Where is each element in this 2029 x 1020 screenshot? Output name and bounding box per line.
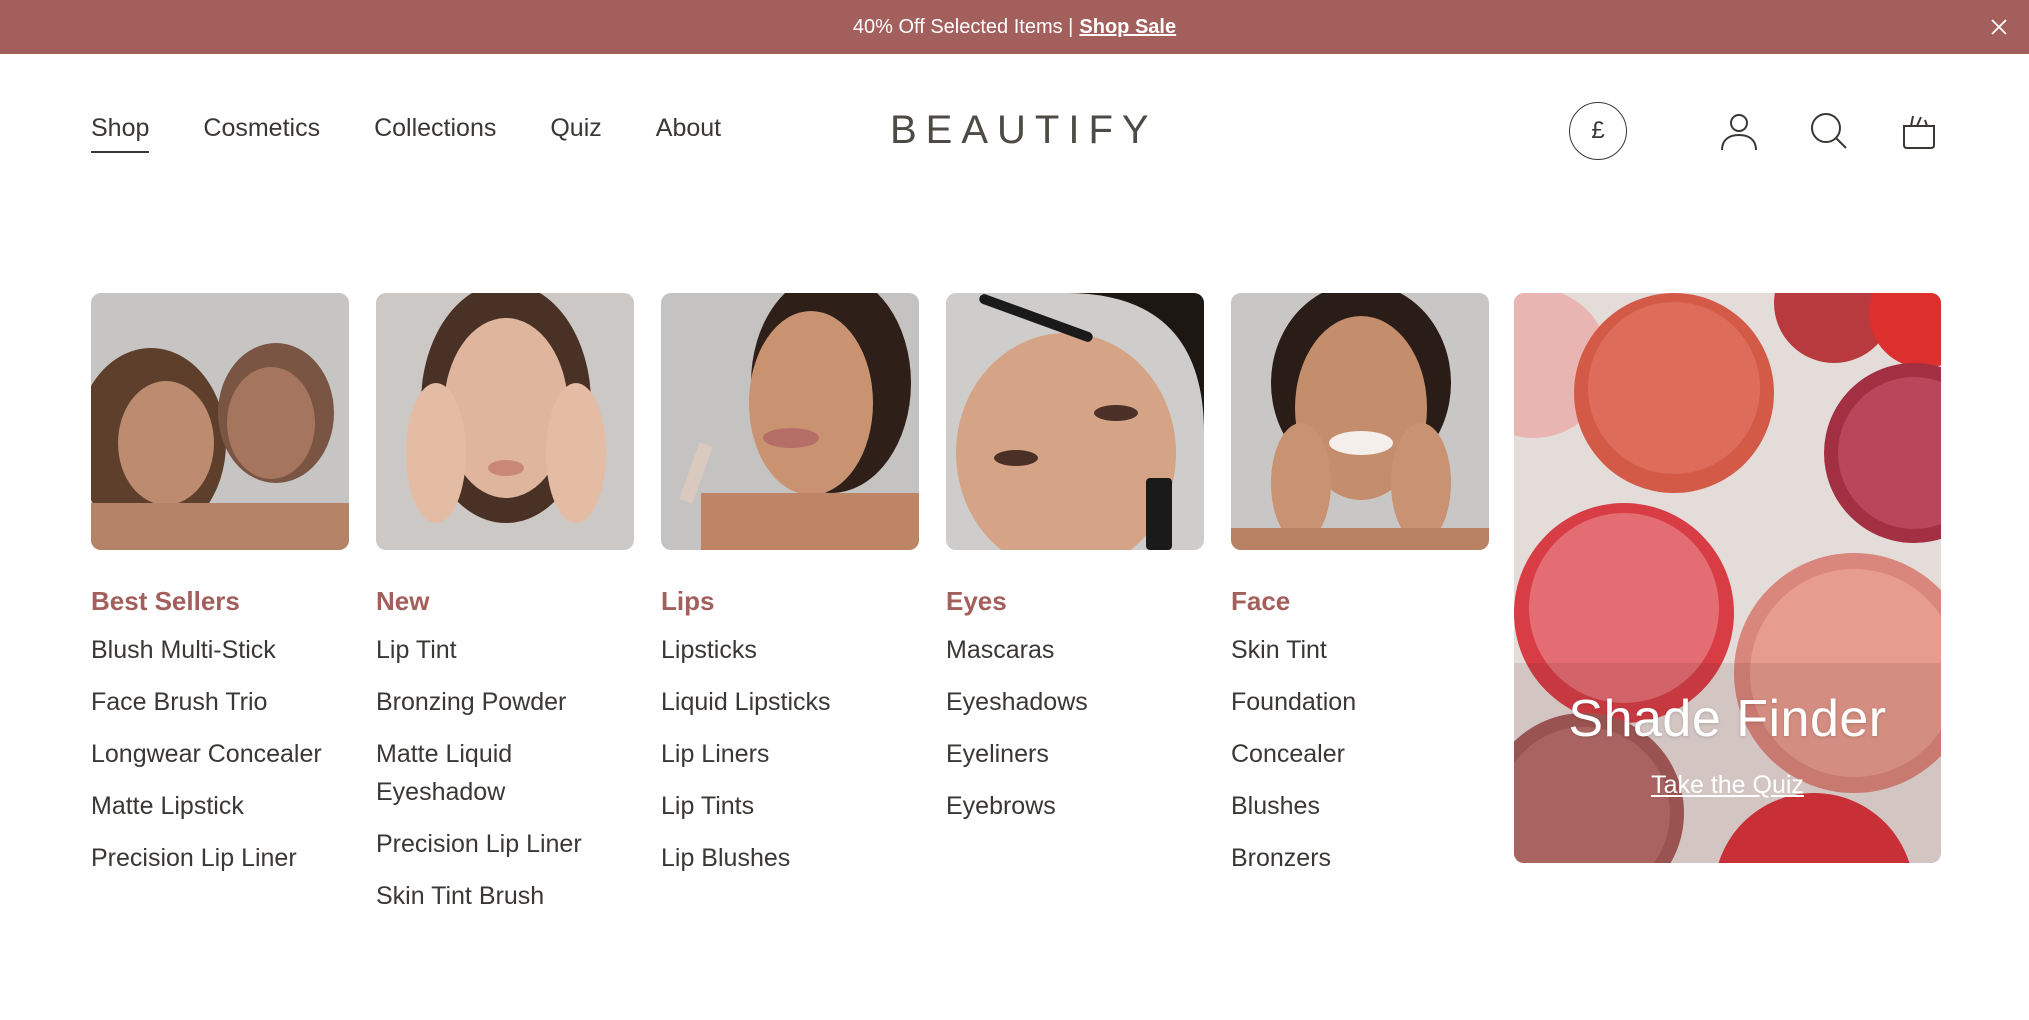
column-title[interactable]: New	[376, 586, 634, 617]
announcement-bar: 40% Off Selected Items | Shop Sale	[0, 0, 2029, 54]
menu-link[interactable]: Longwear Concealer	[91, 735, 349, 773]
menu-link[interactable]: Skin Tint Brush	[376, 877, 634, 915]
menu-link[interactable]: Eyebrows	[946, 787, 1204, 825]
new-image[interactable]	[376, 293, 634, 550]
best-sellers-image[interactable]	[91, 293, 349, 550]
menu-column-eyes: Eyes Mascaras Eyeshadows Eyeliners Eyebr…	[946, 293, 1204, 929]
menu-link[interactable]: Eyeshadows	[946, 683, 1204, 721]
close-icon[interactable]	[1985, 13, 2013, 41]
menu-link[interactable]: Foundation	[1231, 683, 1489, 721]
promo-title: Shade Finder	[1568, 690, 1887, 748]
eyes-image[interactable]	[946, 293, 1204, 550]
nav-item-shop[interactable]: Shop	[91, 114, 150, 153]
cart-icon[interactable]	[1897, 109, 1941, 153]
menu-link[interactable]: Matte Lipstick	[91, 787, 349, 825]
menu-link[interactable]: Bronzing Powder	[376, 683, 634, 721]
menu-link[interactable]: Mascaras	[946, 631, 1204, 669]
menu-link[interactable]: Blushes	[1231, 787, 1489, 825]
menu-column-face: Face Skin Tint Foundation Concealer Blus…	[1231, 293, 1489, 929]
header-actions: £	[1569, 102, 1941, 160]
column-title[interactable]: Eyes	[946, 586, 1204, 617]
account-icon[interactable]	[1717, 109, 1761, 153]
currency-selector[interactable]: £	[1569, 102, 1627, 160]
menu-link[interactable]: Precision Lip Liner	[376, 825, 634, 863]
menu-link[interactable]: Blush Multi-Stick	[91, 631, 349, 669]
nav-item-about[interactable]: About	[656, 114, 721, 153]
lips-image[interactable]	[661, 293, 919, 550]
column-title[interactable]: Face	[1231, 586, 1489, 617]
shade-finder-promo[interactable]: Shade Finder Take the Quiz	[1514, 293, 1941, 863]
menu-link[interactable]: Lip Liners	[661, 735, 919, 773]
announcement-text: 40% Off Selected Items |	[852, 15, 1074, 38]
menu-link[interactable]: Lip Tints	[661, 787, 919, 825]
menu-link[interactable]: Eyeliners	[946, 735, 1204, 773]
menu-link[interactable]: Skin Tint	[1231, 631, 1489, 669]
main-nav: Shop Cosmetics Collections Quiz About	[91, 114, 775, 153]
menu-link[interactable]: Lip Tint	[376, 631, 634, 669]
menu-column-new: New Lip Tint Bronzing Powder Matte Liqui…	[376, 293, 634, 929]
site-header: Shop Cosmetics Collections Quiz About BE…	[0, 54, 2029, 214]
menu-link[interactable]: Face Brush Trio	[91, 683, 349, 721]
nav-item-quiz[interactable]: Quiz	[550, 114, 601, 153]
menu-link[interactable]: Lip Blushes	[661, 839, 919, 877]
menu-link[interactable]: Bronzers	[1231, 839, 1489, 877]
nav-item-collections[interactable]: Collections	[374, 114, 496, 153]
column-title[interactable]: Lips	[661, 586, 919, 617]
menu-link[interactable]: Precision Lip Liner	[91, 839, 349, 877]
promo-text: Shade Finder Take the Quiz	[1514, 689, 1941, 800]
shop-sale-link[interactable]: Shop Sale	[1079, 16, 1176, 39]
menu-link[interactable]: Lipsticks	[661, 631, 919, 669]
nav-item-cosmetics[interactable]: Cosmetics	[203, 114, 320, 153]
menu-column-best-sellers: Best Sellers Blush Multi-Stick Face Brus…	[91, 293, 349, 929]
face-image[interactable]	[1231, 293, 1489, 550]
mega-menu: Best Sellers Blush Multi-Stick Face Brus…	[91, 293, 1516, 929]
menu-column-lips: Lips Lipsticks Liquid Lipsticks Lip Line…	[661, 293, 919, 929]
take-quiz-link[interactable]: Take the Quiz	[1651, 771, 1804, 800]
menu-link[interactable]: Matte Liquid Eyeshadow	[376, 735, 634, 811]
column-title[interactable]: Best Sellers	[91, 586, 349, 617]
menu-link[interactable]: Concealer	[1231, 735, 1489, 773]
menu-link[interactable]: Liquid Lipsticks	[661, 683, 919, 721]
search-icon[interactable]	[1807, 109, 1851, 153]
brand-logo[interactable]: BEAUTIFY	[890, 108, 1149, 153]
